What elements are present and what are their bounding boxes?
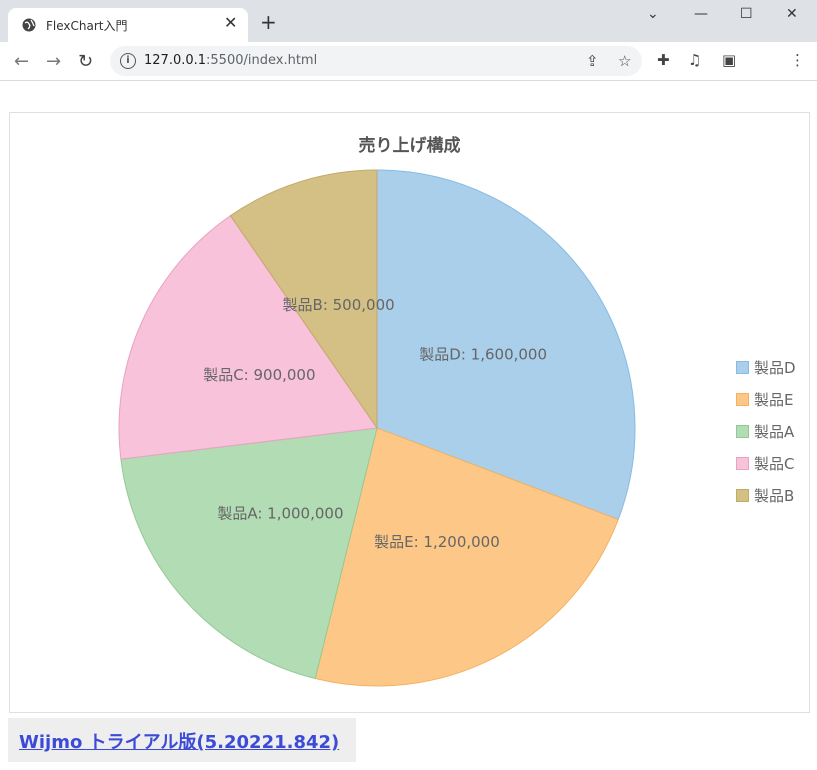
pie-data-label: 製品E: 1,200,000 <box>374 533 500 551</box>
legend-label: 製品C <box>754 454 795 473</box>
legend-item[interactable]: 製品E <box>736 383 796 415</box>
menu-icon[interactable]: ⋮ <box>790 51 805 69</box>
browser-titlebar: FlexChart入門 ✕ + ⌄ — ☐ ✕ <box>0 0 817 42</box>
legend-item[interactable]: 製品A <box>736 415 796 447</box>
legend-label: 製品E <box>754 390 794 409</box>
legend-swatch <box>736 360 749 374</box>
bookmark-star-icon[interactable]: ☆ <box>618 52 631 70</box>
globe-icon <box>22 18 36 32</box>
pie-data-label: 製品B: 500,000 <box>283 296 395 314</box>
chevron-down-icon[interactable]: ⌄ <box>647 6 659 22</box>
legend-swatch <box>736 424 749 438</box>
tab-title: FlexChart入門 <box>46 19 128 33</box>
reload-icon[interactable]: ↻ <box>78 51 93 72</box>
close-window-icon[interactable]: ✕ <box>786 6 798 22</box>
side-panel-icon[interactable]: ▣ <box>722 51 736 69</box>
media-control-icon[interactable]: ♫ <box>688 51 701 69</box>
wijmo-trial-link[interactable]: Wijmo トライアル版(5.20221.842) <box>19 728 339 754</box>
pie-data-label: 製品C: 900,000 <box>203 366 315 384</box>
browser-tab[interactable]: FlexChart入門 ✕ <box>8 8 248 42</box>
legend-swatch <box>736 456 749 470</box>
extensions-icon[interactable]: ✚ <box>657 51 670 69</box>
site-info-icon[interactable]: i <box>120 53 136 69</box>
share-icon[interactable]: ⇪ <box>586 52 599 70</box>
legend-swatch <box>736 488 749 502</box>
url-host: 127.0.0.1 <box>144 53 207 68</box>
url-path: :5500/index.html <box>206 53 318 68</box>
maximize-icon[interactable]: ☐ <box>740 6 753 22</box>
legend-item[interactable]: 製品B <box>736 479 796 511</box>
legend-swatch <box>736 392 749 406</box>
legend-label: 製品A <box>754 422 795 441</box>
forward-icon[interactable]: → <box>46 51 61 72</box>
close-tab-icon[interactable]: ✕ <box>224 13 237 32</box>
pie-chart-plot: 製品D: 1,600,000 製品E: 1,200,000 製品A: 1,000,0… <box>118 169 636 687</box>
trial-banner: Wijmo トライアル版(5.20221.842) <box>8 718 356 762</box>
chart-legend: 製品D 製品E 製品A 製品C 製品B <box>736 351 796 511</box>
pie-data-label: 製品A: 1,000,000 <box>217 505 343 523</box>
browser-toolbar: ← → ↻ i 127.0.0.1:5500/index.html ⇪ ☆ ✚ … <box>0 42 817 81</box>
pie-data-label: 製品D: 1,600,000 <box>419 346 547 364</box>
legend-label: 製品D <box>754 358 796 377</box>
url-text[interactable]: 127.0.0.1:5500/index.html <box>144 53 317 68</box>
minimize-icon[interactable]: — <box>694 6 708 22</box>
flexchart: 売り上げ構成 製品D: 1,600,000 製品E: 1,200,000 製品A: … <box>9 112 810 713</box>
legend-item[interactable]: 製品C <box>736 447 796 479</box>
back-icon[interactable]: ← <box>14 51 29 72</box>
address-bar[interactable]: i 127.0.0.1:5500/index.html ⇪ ☆ <box>110 46 642 76</box>
legend-item[interactable]: 製品D <box>736 351 796 383</box>
new-tab-button[interactable]: + <box>260 12 277 32</box>
legend-label: 製品B <box>754 486 795 505</box>
